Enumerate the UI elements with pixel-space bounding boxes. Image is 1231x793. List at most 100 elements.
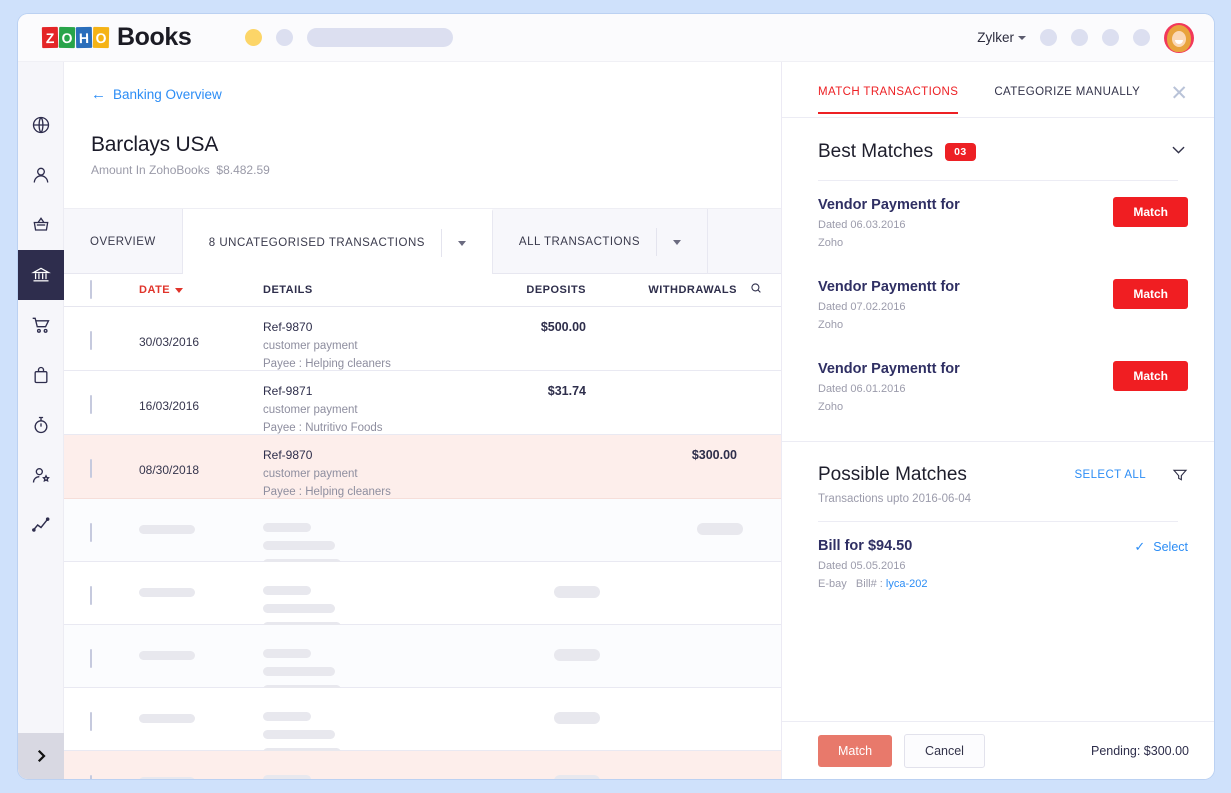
table-row[interactable]: 30/03/2016 Ref-9870 customer payment Pay… <box>64 307 799 371</box>
header-icon-placeholder-1[interactable] <box>1040 29 1057 46</box>
tab-uncategorised-dropdown[interactable] <box>440 229 466 257</box>
panel-tabs: MATCH TRANSACTIONS CATEGORIZE MANUALLY ✕ <box>782 62 1214 118</box>
placeholder-bar <box>263 604 335 613</box>
sidebar-item-dashboard[interactable] <box>18 100 64 150</box>
match-button[interactable]: Match <box>1113 361 1188 391</box>
sidebar-item-items[interactable] <box>18 200 64 250</box>
chevron-down-icon <box>1018 36 1026 41</box>
possible-match-item[interactable]: Bill for $94.50 Dated 05.05.2016 E-bay B… <box>782 522 1214 604</box>
best-match-item[interactable]: Vendor Paymentt for Dated 07.02.2016 Zoh… <box>782 263 1214 345</box>
row-checkbox[interactable] <box>90 523 92 542</box>
sidebar-item-banking[interactable] <box>18 250 64 300</box>
header-icon-placeholder-4[interactable] <box>1133 29 1150 46</box>
chevron-down-icon[interactable] <box>1169 140 1188 164</box>
placeholder-bar <box>263 523 311 532</box>
checkbox-box <box>90 775 92 779</box>
row-description: customer payment <box>263 468 358 480</box>
tab-match-transactions[interactable]: MATCH TRANSACTIONS <box>818 86 959 114</box>
footer-cancel-button[interactable]: Cancel <box>904 733 985 768</box>
best-matches-title: Best Matches <box>818 141 934 162</box>
row-checkbox[interactable] <box>90 331 92 350</box>
back-link-label: Banking Overview <box>113 87 222 102</box>
tab-all-transactions-dropdown[interactable] <box>656 228 682 256</box>
page-title: Barclays USA <box>91 133 219 156</box>
placeholder-bar <box>554 586 600 598</box>
avatar[interactable] <box>1164 22 1194 53</box>
app-window: Z O H O Books Zylker ← Banking Overview … <box>18 14 1214 779</box>
match-button[interactable]: Match <box>1113 279 1188 309</box>
best-match-item[interactable]: Vendor Paymentt for Dated 06.01.2016 Zoh… <box>782 345 1214 427</box>
filter-icon[interactable] <box>1172 467 1188 488</box>
possible-matches-header: Possible Matches Transactions upto 2016-… <box>782 442 1214 505</box>
match-button[interactable]: Match <box>1113 197 1188 227</box>
chevron-down-icon <box>457 240 466 246</box>
panel-footer: Match Cancel Pending: $300.00 <box>782 721 1214 779</box>
checkbox-box <box>90 649 92 668</box>
table-row[interactable]: 16/03/2016 Ref-9871 customer payment Pay… <box>64 371 799 435</box>
check-icon: ✓ <box>1134 539 1146 554</box>
select-match-label: Select <box>1153 540 1188 554</box>
tab-overview[interactable]: OVERVIEW <box>64 209 183 275</box>
placeholder-bar <box>263 775 311 779</box>
header-icon-placeholder-3[interactable] <box>1102 29 1119 46</box>
possible-match-bill-number[interactable]: lyca-202 <box>886 578 928 590</box>
possible-matches-subtitle: Transactions upto 2016-06-04 <box>818 493 972 505</box>
select-all-link[interactable]: SELECT ALL <box>1074 469 1146 481</box>
column-header-date-label: DATE <box>139 284 171 296</box>
header-placeholder-dot <box>276 29 294 46</box>
column-header-withdrawals: WITHDRAWALS <box>648 284 737 296</box>
table-row-selected[interactable]: 08/30/2018 Ref-9870 customer payment Pay… <box>64 435 799 499</box>
row-checkbox[interactable] <box>90 775 92 779</box>
placeholder-bar <box>554 712 600 724</box>
arrow-left-icon: ← <box>91 86 106 103</box>
checkbox-box <box>90 395 92 414</box>
column-header-deposits: DEPOSITS <box>526 284 586 296</box>
placeholder-bar <box>263 730 335 739</box>
table-row-placeholder <box>64 625 799 694</box>
sidebar-item-purchases[interactable] <box>18 300 64 350</box>
app-title: Books <box>117 23 192 51</box>
org-name: Zylker <box>977 30 1014 45</box>
sidebar-item-reports[interactable] <box>18 500 64 550</box>
back-to-banking-overview-link[interactable]: ← Banking Overview <box>91 86 799 103</box>
org-switcher[interactable]: Zylker <box>977 30 1026 45</box>
person-icon <box>33 167 49 183</box>
row-reference: Ref-9870 <box>263 320 313 334</box>
top-bar: Z O H O Books Zylker <box>18 14 1214 62</box>
sidebar-expand-button[interactable] <box>18 733 64 779</box>
pending-amount: Pending: $300.00 <box>1090 743 1189 758</box>
row-checkbox[interactable] <box>90 395 92 414</box>
table-row-placeholder <box>64 751 799 779</box>
app-logo[interactable]: Z O H O Books <box>41 23 192 52</box>
header-placeholder-search-bar[interactable] <box>307 28 454 47</box>
logo-letter-z: Z <box>41 26 59 49</box>
placeholder-bar <box>263 541 335 550</box>
amount-value: $8.482.59 <box>216 163 270 177</box>
row-checkbox[interactable] <box>90 586 92 605</box>
possible-match-bill-label: Bill# : <box>855 578 883 590</box>
search-icon[interactable] <box>749 281 763 300</box>
sidebar-item-time-tracking[interactable] <box>18 400 64 450</box>
row-checkbox[interactable] <box>90 459 92 478</box>
tab-uncategorised-transactions[interactable]: 8 UNCATEGORISED TRANSACTIONS <box>182 209 493 275</box>
column-header-date[interactable]: DATE <box>139 284 184 296</box>
select-all-checkbox[interactable] <box>90 280 92 299</box>
select-match-button[interactable]: ✓ Select <box>1134 539 1188 555</box>
header-icon-placeholder-2[interactable] <box>1071 29 1088 46</box>
row-reference: Ref-9871 <box>263 384 313 398</box>
close-icon[interactable]: ✕ <box>1170 83 1188 104</box>
tab-categorize-manually[interactable]: CATEGORIZE MANUALLY <box>994 86 1140 112</box>
sidebar-item-customers[interactable] <box>18 150 64 200</box>
possible-match-meta: E-bay Bill# : lyca-202 <box>818 578 1188 590</box>
best-match-org: Zoho <box>818 319 844 331</box>
row-date: 30/03/2016 <box>139 335 200 349</box>
chevron-down-icon <box>673 239 682 245</box>
sidebar-item-bag[interactable] <box>18 350 64 400</box>
footer-match-button[interactable]: Match <box>818 734 893 767</box>
sidebar-item-accountant[interactable] <box>18 450 64 500</box>
row-checkbox[interactable] <box>90 712 92 731</box>
header-placeholders <box>245 28 454 47</box>
row-checkbox[interactable] <box>90 649 92 668</box>
tab-all-transactions[interactable]: ALL TRANSACTIONS <box>493 209 709 275</box>
best-match-item[interactable]: Vendor Paymentt for Dated 06.03.2016 Zoh… <box>782 181 1214 263</box>
